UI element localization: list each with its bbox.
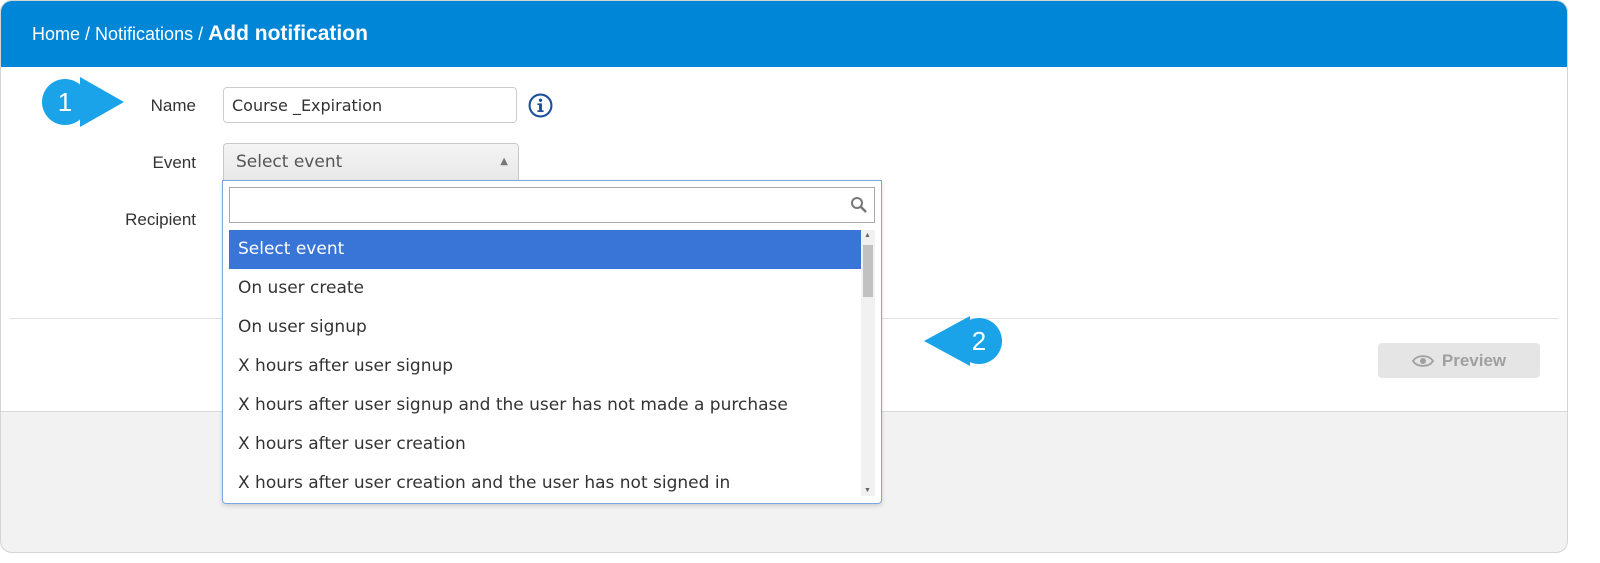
scrollbar-thumb[interactable]: [863, 245, 873, 297]
scroll-up-icon[interactable]: ▲: [864, 232, 871, 239]
page-title: Add notification: [208, 22, 368, 45]
scroll-down-icon[interactable]: ▼: [864, 487, 871, 494]
breadcrumb-separator: /: [85, 23, 91, 44]
callout-badge-1: 1: [42, 79, 88, 125]
dropdown-option[interactable]: X hours after user signup: [229, 347, 861, 386]
dropdown-option[interactable]: X hours after user creation: [229, 425, 861, 464]
event-label: Event: [152, 153, 196, 172]
caret-up-icon: ▲: [500, 156, 508, 167]
event-select[interactable]: Select event ▲: [223, 143, 519, 181]
event-dropdown: Select event On user create On user sign…: [222, 180, 882, 504]
breadcrumb-separator: /: [198, 23, 204, 44]
name-input[interactable]: [223, 87, 517, 123]
breadcrumb-notifications[interactable]: Notifications: [95, 24, 193, 45]
search-icon: [851, 197, 867, 213]
breadcrumb-home[interactable]: Home: [32, 24, 80, 45]
preview-button[interactable]: Preview: [1378, 343, 1540, 378]
event-select-value: Select event: [236, 152, 343, 172]
dropdown-options: Select event On user create On user sign…: [229, 230, 861, 496]
dropdown-option[interactable]: On user create: [229, 269, 861, 308]
dropdown-search-field[interactable]: [229, 187, 875, 223]
dropdown-option[interactable]: On user signup: [229, 308, 861, 347]
dropdown-scrollbar[interactable]: ▲ ▼: [861, 230, 875, 496]
dropdown-option[interactable]: Select event: [229, 230, 861, 269]
recipient-label: Recipient: [125, 210, 196, 229]
eye-icon: [1411, 354, 1434, 367]
dropdown-option[interactable]: X hours after user signup and the user h…: [229, 386, 861, 425]
breadcrumb: Home / Notifications / Add notification: [1, 1, 1567, 67]
dropdown-option[interactable]: X hours after user creation and the user…: [229, 464, 861, 496]
callout-badge-2: 2: [956, 318, 1002, 364]
preview-label: Preview: [1441, 350, 1507, 370]
info-icon[interactable]: [528, 93, 553, 118]
